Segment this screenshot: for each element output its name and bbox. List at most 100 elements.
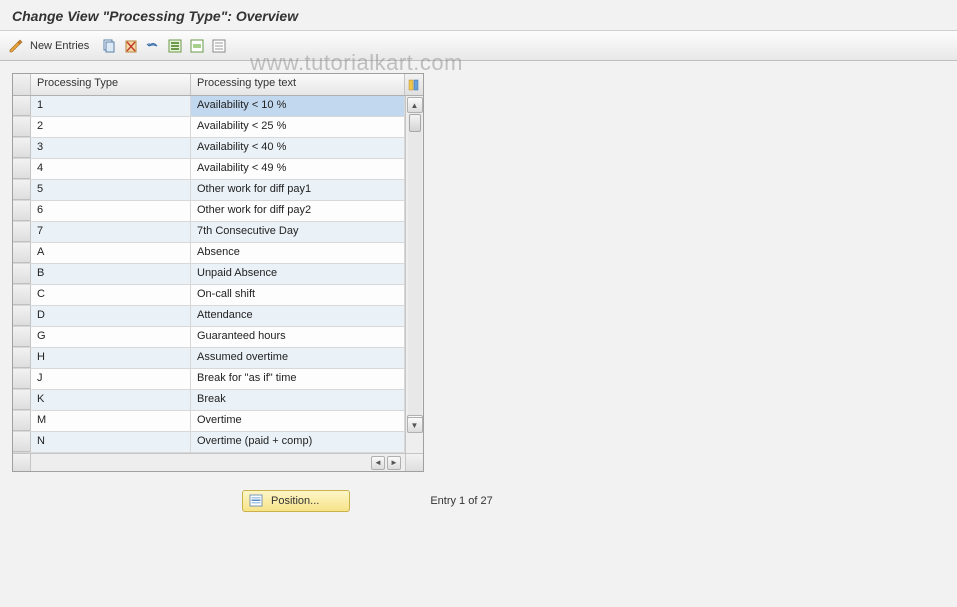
cell-text[interactable]: Unpaid Absence [191,264,405,284]
cell-text[interactable]: Guaranteed hours [191,327,405,347]
cell-text[interactable]: Break for "as if" time [191,369,405,389]
cell-type[interactable]: 1 [31,96,191,116]
horizontal-scrollbar: ◄ ► [13,453,423,471]
table-row[interactable]: 1Availability < 10 % [13,96,405,117]
cell-type[interactable]: A [31,243,191,263]
table-corner[interactable] [13,74,31,95]
cell-type[interactable]: 4 [31,159,191,179]
cell-type[interactable]: B [31,264,191,284]
table-row[interactable]: NOvertime (paid + comp) [13,432,405,453]
row-selector[interactable] [13,180,31,200]
row-selector[interactable] [13,264,31,284]
cell-type[interactable]: M [31,411,191,431]
cell-text[interactable]: Availability < 40 % [191,138,405,158]
footer-row: Position... Entry 1 of 27 [12,490,712,512]
position-button-label: Position... [271,495,319,507]
row-selector[interactable] [13,201,31,221]
table-row[interactable]: 2Availability < 25 % [13,117,405,138]
undo-icon[interactable] [145,38,161,54]
cell-type[interactable]: 7 [31,222,191,242]
position-icon [249,494,265,508]
table-row[interactable]: GGuaranteed hours [13,327,405,348]
cell-text[interactable]: 7th Consecutive Day [191,222,405,242]
copy-icon[interactable] [101,38,117,54]
scroll-up-button[interactable]: ▲ [407,97,423,113]
deselect-all-icon[interactable] [211,38,227,54]
row-selector[interactable] [13,138,31,158]
cell-type[interactable]: K [31,390,191,410]
page-title: Change View "Processing Type": Overview [12,8,298,24]
scroll-down-button[interactable]: ▼ [407,417,423,433]
row-selector[interactable] [13,285,31,305]
scroll-track[interactable] [408,114,422,415]
delete-icon[interactable] [123,38,139,54]
cell-type[interactable]: G [31,327,191,347]
hscroll-track[interactable]: ◄ ► [31,454,405,471]
table-settings-icon[interactable] [405,74,423,95]
cell-text[interactable]: Other work for diff pay2 [191,201,405,221]
cell-text[interactable]: Availability < 10 % [191,96,405,116]
table-row[interactable]: BUnpaid Absence [13,264,405,285]
row-selector[interactable] [13,243,31,263]
table-row[interactable]: JBreak for "as if" time [13,369,405,390]
cell-type[interactable]: N [31,432,191,452]
row-selector[interactable] [13,411,31,431]
scroll-thumb[interactable] [409,114,421,132]
table-row[interactable]: 5Other work for diff pay1 [13,180,405,201]
row-selector[interactable] [13,432,31,452]
cell-type[interactable]: 3 [31,138,191,158]
cell-text[interactable]: Assumed overtime [191,348,405,368]
cell-type[interactable]: J [31,369,191,389]
cell-text[interactable]: Break [191,390,405,410]
change-display-icon[interactable] [8,38,24,54]
table-row[interactable]: COn-call shift [13,285,405,306]
cell-text[interactable]: On-call shift [191,285,405,305]
table-row[interactable]: DAttendance [13,306,405,327]
cell-text[interactable]: Overtime [191,411,405,431]
table-row[interactable]: 3Availability < 40 % [13,138,405,159]
table-row[interactable]: 6Other work for diff pay2 [13,201,405,222]
table-row[interactable]: 4Availability < 49 % [13,159,405,180]
cell-type[interactable]: D [31,306,191,326]
row-selector[interactable] [13,369,31,389]
toolbar: New Entries [0,31,957,61]
cell-text[interactable]: Availability < 49 % [191,159,405,179]
cell-type[interactable]: 6 [31,201,191,221]
cell-text[interactable]: Overtime (paid + comp) [191,432,405,452]
row-selector[interactable] [13,390,31,410]
cell-text[interactable]: Attendance [191,306,405,326]
cell-text[interactable]: Absence [191,243,405,263]
row-selector[interactable] [13,222,31,242]
hscroll-left-button[interactable]: ◄ [371,456,385,470]
row-selector[interactable] [13,327,31,347]
row-selector[interactable] [13,306,31,326]
row-selector[interactable] [13,348,31,368]
hscroll-right-button[interactable]: ► [387,456,401,470]
select-all-icon[interactable] [167,38,183,54]
cell-type[interactable]: 5 [31,180,191,200]
cell-type[interactable]: 2 [31,117,191,137]
table-row[interactable]: KBreak [13,390,405,411]
row-selector[interactable] [13,96,31,116]
select-block-icon[interactable] [189,38,205,54]
table-row[interactable]: MOvertime [13,411,405,432]
vertical-scrollbar[interactable]: ▲ ▲ ▼ [405,96,423,453]
content-area: Processing Type Processing type text 1Av… [0,61,957,524]
title-bar: Change View "Processing Type": Overview [0,0,957,31]
cell-type[interactable]: H [31,348,191,368]
table-row[interactable]: 77th Consecutive Day [13,222,405,243]
new-entries-button[interactable]: New Entries [30,40,89,52]
column-header-type[interactable]: Processing Type [31,74,191,95]
data-table: Processing Type Processing type text 1Av… [12,73,424,472]
column-header-text[interactable]: Processing type text [191,74,405,95]
hscroll-corner-left [13,454,31,471]
table-row[interactable]: AAbsence [13,243,405,264]
entry-count-label: Entry 1 of 27 [430,495,492,507]
cell-type[interactable]: C [31,285,191,305]
cell-text[interactable]: Other work for diff pay1 [191,180,405,200]
row-selector[interactable] [13,159,31,179]
position-button[interactable]: Position... [242,490,350,512]
table-row[interactable]: HAssumed overtime [13,348,405,369]
row-selector[interactable] [13,117,31,137]
cell-text[interactable]: Availability < 25 % [191,117,405,137]
